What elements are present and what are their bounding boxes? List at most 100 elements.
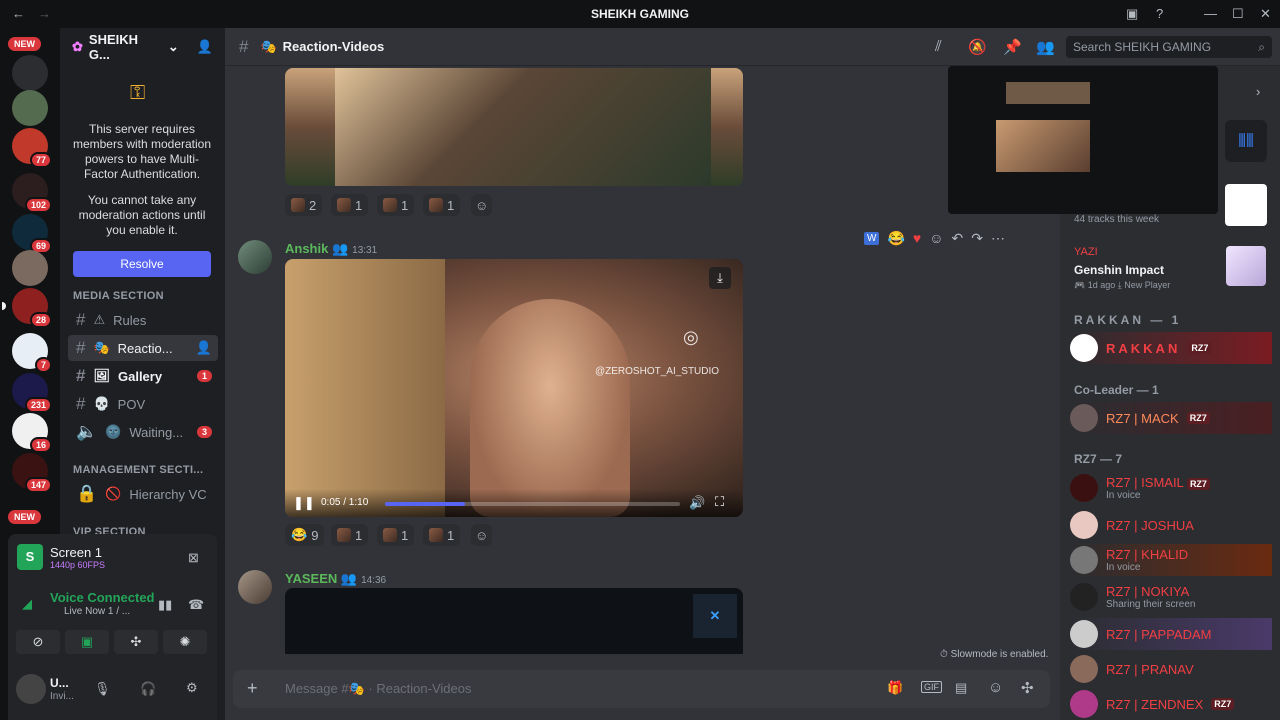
pause-icon[interactable]: ❚❚ [293,495,315,511]
apps-icon[interactable]: ✣ [1021,679,1034,697]
server-icon[interactable]: 102 [12,173,52,213]
emoji-icon[interactable]: ☺ [988,679,1003,696]
sticker-icon[interactable]: ▤ [955,680,967,696]
search-input[interactable]: Search SHEIKH GAMING ⌕ [1066,36,1272,58]
pin-icon[interactable]: 📌 [1003,38,1022,56]
microphone-icon[interactable]: 🎙 [94,681,111,697]
server-icon[interactable]: 16 [12,413,52,453]
message-author[interactable]: YASEEN 👥 14:36 [285,571,386,587]
maximize-icon[interactable]: ☐ [1232,6,1244,22]
heart-icon[interactable]: ♥ [913,230,921,246]
screen-share-button[interactable]: ▣ [65,630,109,654]
soundboard-button[interactable]: ✺ [163,630,207,654]
threads-icon[interactable]: ⫽ [935,38,942,55]
notification-mute-icon[interactable]: 🔕 [968,38,987,56]
camera-off-button[interactable]: ⊘ [16,630,60,654]
noise-suppression-icon[interactable]: ▮▮ [158,597,172,613]
member-list-icon[interactable]: 👥 [1036,38,1055,56]
member-item[interactable]: RZ7 | KHALID In voice [1070,544,1272,576]
reaction[interactable]: 2 [285,194,323,216]
reaction[interactable]: 😂 9 [285,524,325,546]
gift-icon[interactable]: 🎁 [887,680,903,696]
activity-game: Genshin Impact [1074,263,1165,277]
close-icon[interactable]: ✕ [1260,6,1271,22]
audio-wave-icon[interactable]: ⦀⦀ [1225,120,1267,162]
settings-gear-icon[interactable]: ⚙ [186,680,198,696]
download-icon[interactable]: ⤓ [709,267,731,289]
member-item[interactable]: RZ7 | ZENDNEX RZ7 [1070,688,1235,720]
server-icon[interactable]: 69 [12,214,52,254]
server-icon[interactable] [12,55,48,91]
album-art[interactable] [1225,184,1267,226]
member-item[interactable]: RZ7 | JOSHUA [1070,509,1194,541]
member-icon: 👥 [340,571,358,586]
headphones-icon[interactable]: 🎧 [140,681,156,697]
member-item[interactable]: RZ7 | MACK RZ7 [1070,402,1272,434]
member-item[interactable]: RZ7 | ISMAIL RZ7 In voice [1070,472,1210,504]
server-icon[interactable]: 28 [2,288,52,328]
gif-icon[interactable]: GIF [921,681,942,693]
stream-preview[interactable] [948,66,1218,214]
add-attachment-icon[interactable]: + [247,678,258,699]
word-reaction-icon[interactable]: W [864,231,880,245]
help-icon[interactable]: ? [1156,6,1163,21]
minimize-icon[interactable]: — [1204,6,1217,21]
avatar[interactable] [238,240,272,274]
reaction[interactable]: 1 [331,524,369,546]
forward-icon[interactable]: ↷ [971,230,983,247]
channel-pov[interactable]: # 💀 POV [68,391,218,417]
resolve-button[interactable]: Resolve [73,251,211,277]
message-composer[interactable]: + Message #🎭 · Reaction-Videos 🎁 GIF ▤ ☺… [233,670,1050,708]
user-avatar[interactable] [16,674,46,704]
add-reaction-button[interactable]: ☺ [471,194,493,216]
reaction[interactable]: 1 [423,194,461,216]
server-icon[interactable] [12,250,48,286]
server-icon[interactable]: 77 [12,128,52,168]
reaction[interactable]: 1 [331,194,369,216]
invite-icon[interactable]: 👤 [196,340,212,356]
more-icon[interactable]: ⋯ [991,230,1005,247]
reaction[interactable]: 1 [377,194,415,216]
channel-title: Reaction-Videos [282,39,385,54]
disconnect-icon[interactable]: ☎ [188,597,204,613]
channel-reaction-videos[interactable]: # 🎭 Reactio... 👤 [68,335,218,361]
volume-icon[interactable]: 🔊 [689,495,705,511]
add-member-icon[interactable]: 👤 [197,39,213,55]
channel-hierarchy-vc[interactable]: 🔒 🚫 Hierarchy VC [68,481,218,507]
reaction[interactable]: 1 [377,524,415,546]
message-input[interactable]: Message #🎭 · Reaction-Videos [285,681,471,697]
reply-icon[interactable]: ↶ [952,230,964,247]
seek-bar[interactable] [385,502,680,506]
add-reaction-icon[interactable]: ☺ [929,230,943,246]
server-icon[interactable]: 147 [12,453,52,493]
member-item[interactable]: RZ7 | NOKIYA Sharing their screen [1070,581,1196,613]
reaction[interactable]: 1 [423,524,461,546]
member-item[interactable]: RZ7 | PAPPADAM [1070,618,1272,650]
inbox-icon[interactable]: ▣ [1126,6,1138,22]
image-attachment[interactable]: ✕ [285,588,743,654]
joy-emoji[interactable]: 😂 [887,230,904,247]
activities-button[interactable]: ✣ [114,630,158,654]
add-reaction-button[interactable]: ☺ [471,524,493,546]
video-player[interactable]: ⤓ ◎ @ZEROSHOT_AI_STUDIO ❚❚ 0:05 / 1:10 🔊… [285,259,743,517]
server-icon[interactable]: 7 [12,333,52,373]
category-management[interactable]: MANAGEMENT SECTI... [73,464,203,476]
channel-rules[interactable]: # ⚠ Rules [68,307,218,333]
user-status: Invi... [50,691,74,702]
server-icon[interactable]: 231 [12,373,52,413]
message-author[interactable]: Anshik 👥 13:31 [285,241,377,257]
video-attachment[interactable] [285,68,743,186]
activity-card[interactable]: YAZI Genshin Impact 🎮 1d ago ⤓ New Playe… [1064,238,1276,298]
close-stream-icon[interactable]: ⊠ [188,550,199,566]
member-item[interactable]: RZ7 | PRANAV [1070,653,1194,685]
chevron-right-icon[interactable]: › [1256,84,1260,99]
category-media[interactable]: MEDIA SECTION [73,290,164,302]
channel-gallery[interactable]: # 🖼 Gallery 1 [68,363,218,389]
server-icon[interactable] [12,90,48,126]
fullscreen-icon[interactable]: ⛶ [715,494,724,510]
avatar[interactable] [238,570,272,604]
tracks-count: 44 tracks this week [1074,214,1160,225]
server-header[interactable]: ✿ SHEIKH G... ⌄ 👤 [60,28,225,66]
member-item[interactable]: RAKKAN RZ7 [1070,332,1272,364]
channel-waiting[interactable]: 🔈 🌚 Waiting... 3 [68,419,218,445]
